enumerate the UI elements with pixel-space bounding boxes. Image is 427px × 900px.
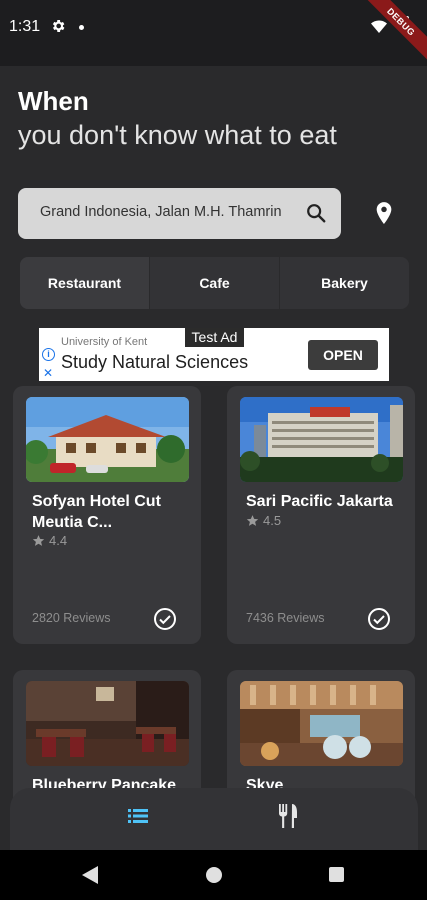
ad-test-badge: Test Ad [185, 328, 244, 347]
ad-close-icon[interactable]: ✕ [43, 366, 53, 380]
place-rating-value: 4.4 [49, 533, 68, 548]
place-card[interactable]: Sofyan Hotel Cut Meutia C... 4.4 2820 Re… [13, 386, 201, 644]
check-circle-icon[interactable] [153, 607, 177, 631]
wifi-icon [371, 20, 387, 33]
tab-cafe[interactable]: Cafe [149, 257, 279, 309]
search-value: Grand Indonesia, Jalan M.H. Thamrin [40, 204, 282, 220]
check-circle-icon[interactable] [367, 607, 391, 631]
ad-info-icon[interactable]: i [42, 348, 55, 361]
page-subtitle: you don't know what to eat [18, 120, 337, 150]
ad-banner[interactable]: Test Ad i ✕ University of Kent Study Nat… [39, 328, 389, 381]
app-screen: When you don't know what to eat Grand In… [0, 66, 427, 850]
location-pin-icon[interactable] [373, 201, 395, 227]
ad-open-button[interactable]: OPEN [308, 340, 378, 370]
place-reviews: 2820 Reviews [32, 611, 111, 625]
place-rating: 4.4 [32, 533, 67, 548]
star-icon [32, 535, 45, 546]
bottom-navigation [10, 788, 418, 850]
tab-bakery[interactable]: Bakery [279, 257, 409, 309]
place-reviews: 7436 Reviews [246, 611, 325, 625]
star-icon [246, 515, 259, 526]
place-photo [26, 397, 189, 482]
place-rating: 4.5 [246, 513, 281, 528]
place-name: Sari Pacific Jakarta [246, 493, 393, 510]
ad-headline: Study Natural Sciences [61, 352, 249, 372]
search-icon[interactable] [305, 202, 327, 224]
back-icon[interactable] [82, 866, 98, 884]
page-title: When [18, 86, 89, 116]
ad-sponsor: University of Kent [61, 336, 148, 348]
system-navigation-bar [0, 850, 427, 900]
place-photo [240, 681, 403, 766]
gear-icon [52, 20, 65, 32]
place-photo [26, 681, 189, 766]
debug-banner: DEBUG [352, 0, 427, 71]
place-card[interactable]: Sari Pacific Jakarta 4.5 7436 Reviews [227, 386, 415, 644]
search-input[interactable]: Grand Indonesia, Jalan M.H. Thamrin [18, 188, 341, 239]
status-time: 1:31 [9, 18, 41, 35]
status-bar: 1:31 DEBUG [0, 0, 427, 71]
place-rating-value: 4.5 [263, 513, 282, 528]
list-icon[interactable] [128, 808, 148, 824]
tab-restaurant[interactable]: Restaurant [20, 257, 149, 309]
place-photo [240, 397, 403, 482]
category-tabs: Restaurant Cafe Bakery [20, 257, 409, 309]
restaurant-icon[interactable] [277, 804, 299, 828]
notification-dot-icon [79, 25, 84, 30]
home-icon[interactable] [206, 867, 222, 883]
place-name: Sofyan Hotel Cut Meutia C... [32, 493, 161, 531]
recents-icon[interactable] [329, 867, 344, 882]
